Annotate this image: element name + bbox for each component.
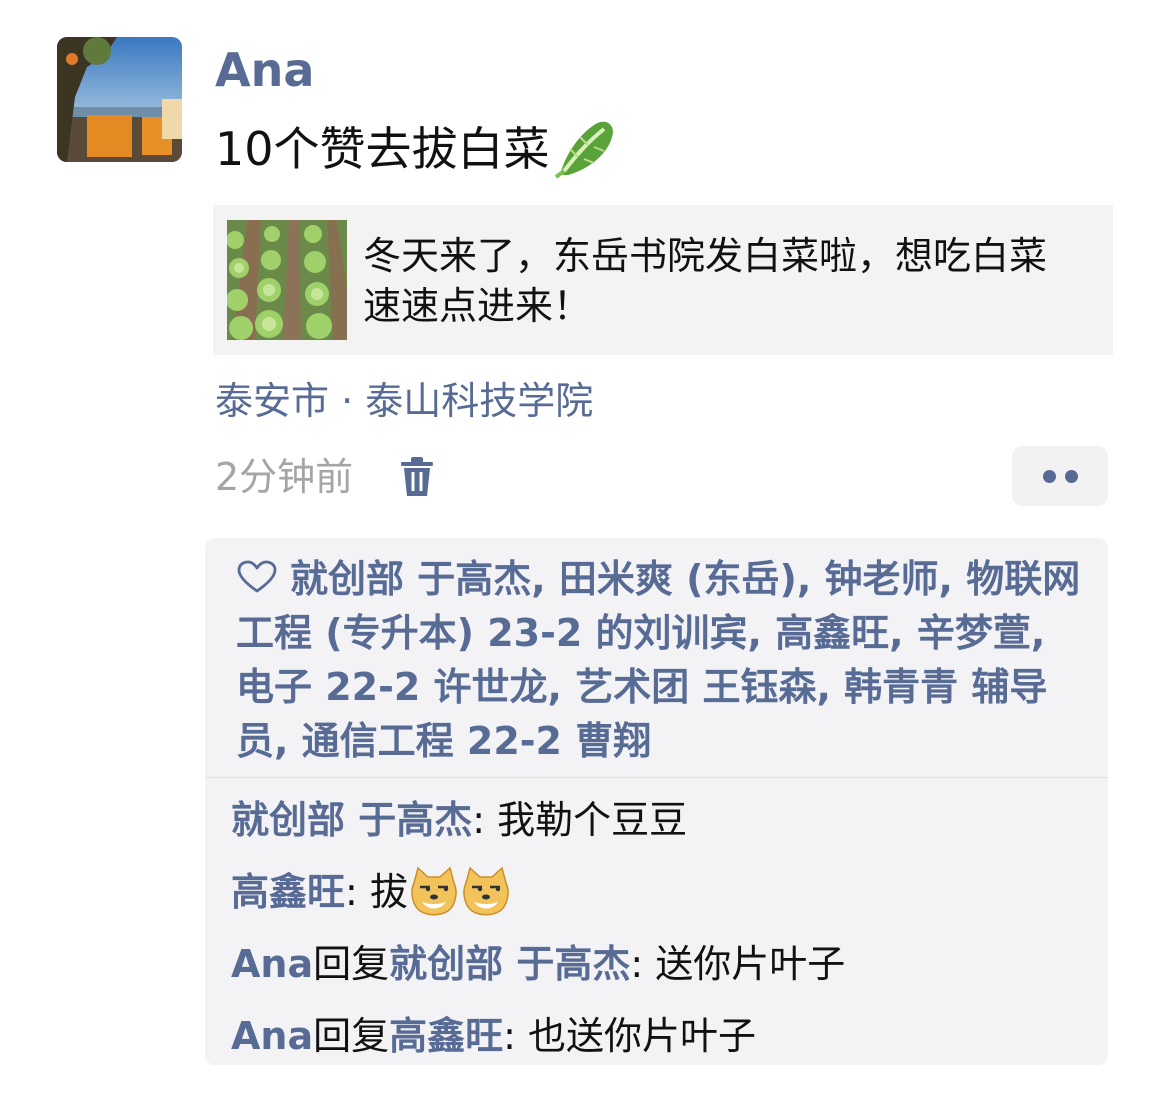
doge-emoji-icon <box>408 865 460 917</box>
trash-icon[interactable] <box>398 456 436 498</box>
link-thumbnail <box>226 220 347 340</box>
comment-item[interactable]: 高鑫旺: 拔 <box>231 856 1101 928</box>
more-button[interactable] <box>1012 446 1108 506</box>
cabbage-icon <box>554 119 618 179</box>
comment-user[interactable]: 就创部 于高杰 <box>231 798 472 842</box>
comment-reply-target[interactable]: 高鑫旺 <box>389 1014 503 1058</box>
comment-text: 拔 <box>369 870 408 914</box>
post-text-row: 10个赞去拔白菜 <box>215 118 618 180</box>
comment-user[interactable]: Ana <box>231 942 313 986</box>
more-dot <box>1043 470 1056 483</box>
comment-separator: : <box>503 1014 529 1058</box>
comment-user[interactable]: 高鑫旺 <box>231 870 345 914</box>
comment-separator: : <box>345 870 370 914</box>
comment-separator: : <box>472 798 498 842</box>
comment-user[interactable]: Ana <box>231 1014 313 1058</box>
likes-list: 就创部 于高杰, 田米爽 (东岳), 钟老师, 物联网工程 (专升本) 23-2… <box>236 552 1086 768</box>
post-time: 2分钟前 <box>215 455 354 499</box>
comment-item[interactable]: Ana回复就创部 于高杰: 送你片叶子 <box>231 928 1101 1000</box>
comment-item[interactable]: 就创部 于高杰: 我勒个豆豆 <box>231 784 1101 856</box>
divider <box>205 777 1108 778</box>
comment-reply-word: 回复 <box>313 1014 390 1058</box>
comment-separator: : <box>630 942 656 986</box>
more-dot <box>1065 470 1078 483</box>
link-title: 冬天来了，东岳书院发白菜啦，想吃白菜速速点进来！ <box>363 234 1048 328</box>
comment-reply-word: 回复 <box>313 942 390 986</box>
likes-comments-panel: 就创部 于高杰, 田米爽 (东岳), 钟老师, 物联网工程 (专升本) 23-2… <box>205 538 1108 1065</box>
comment-text: 我勒个豆豆 <box>497 798 688 842</box>
heart-outline-icon <box>236 554 278 593</box>
doge-emoji-icon <box>460 865 512 917</box>
post-location[interactable]: 泰安市 · 泰山科技学院 <box>215 375 593 427</box>
avatar[interactable] <box>57 37 182 162</box>
post-author-name[interactable]: Ana <box>215 40 314 100</box>
likes-names[interactable]: 就创部 于高杰, 田米爽 (东岳), 钟老师, 物联网工程 (专升本) 23-2… <box>236 557 1080 763</box>
link-card[interactable]: 冬天来了，东岳书院发白菜啦，想吃白菜速速点进来！ <box>213 205 1113 355</box>
post-text: 10个赞去拔白菜 <box>215 122 550 176</box>
comment-reply-target[interactable]: 就创部 于高杰 <box>389 942 630 986</box>
comments-list: 就创部 于高杰: 我勒个豆豆 高鑫旺: 拔 Ana回复就创部 于高杰: 送你片叶… <box>231 784 1101 1072</box>
comment-text: 送你片叶子 <box>655 942 846 986</box>
comment-item[interactable]: Ana回复高鑫旺: 也送你片叶子 <box>231 1000 1101 1072</box>
comment-text: 也送你片叶子 <box>528 1014 757 1058</box>
